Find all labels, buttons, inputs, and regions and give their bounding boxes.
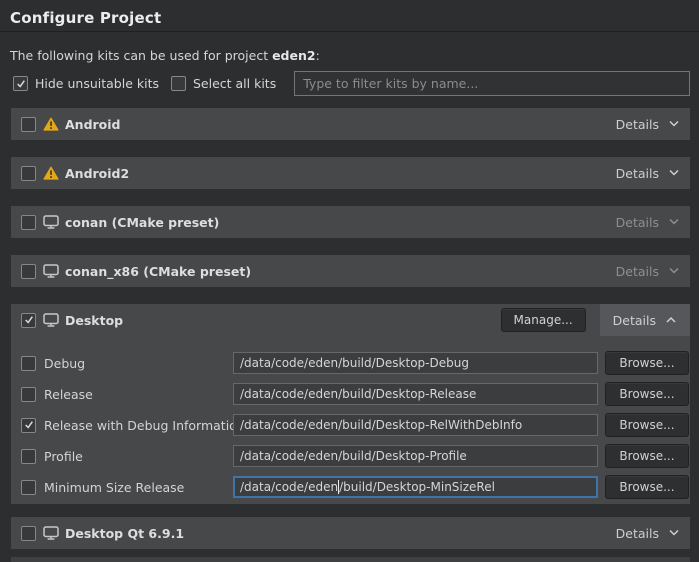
config-row-debug: Debug Browse... — [21, 352, 690, 374]
kit-row-desktop-qt: Desktop Qt 6.9.1 Details — [11, 517, 690, 549]
kit-name: Android2 — [65, 166, 129, 181]
intro-prefix: The following kits can be used for proje… — [10, 48, 272, 63]
chevron-down-icon — [668, 120, 680, 128]
warning-icon — [43, 166, 59, 180]
kit-checkbox[interactable] — [21, 264, 36, 279]
build-dir-input[interactable] — [233, 414, 598, 436]
config-checkbox[interactable] — [21, 418, 36, 433]
kit-name: Desktop Qt 6.9.1 — [65, 526, 184, 541]
details-label: Details — [616, 264, 659, 279]
intro-text: The following kits can be used for proje… — [10, 48, 320, 63]
config-row-relwithdebinfo: Release with Debug Information Browse... — [21, 414, 690, 436]
next-kit-row-partial — [11, 557, 690, 562]
desktop-icon — [43, 526, 59, 540]
kit-checkbox[interactable] — [21, 526, 36, 541]
kit-name: Desktop — [65, 313, 123, 328]
details-button[interactable]: Details — [600, 304, 690, 336]
build-dir-input[interactable] — [233, 352, 598, 374]
chevron-down-icon — [668, 267, 680, 275]
kit-name: conan_x86 (CMake preset) — [65, 264, 251, 279]
browse-button[interactable]: Browse... — [605, 413, 689, 437]
path-text-before-caret: /data/code/eden — [240, 480, 338, 494]
chevron-up-icon — [665, 316, 677, 324]
manage-button[interactable]: Manage... — [501, 308, 586, 332]
kit-row-android: Android Details — [11, 108, 690, 140]
config-label: Minimum Size Release — [44, 480, 184, 495]
kit-section-desktop: Desktop Manage... Details Debug Browse..… — [11, 304, 690, 504]
desktop-icon — [43, 313, 59, 327]
kit-row-desktop: Desktop Manage... Details — [11, 304, 690, 336]
kit-checkbox[interactable] — [21, 313, 36, 328]
kit-filter-input[interactable] — [294, 71, 690, 96]
config-label: Debug — [44, 356, 85, 371]
kit-row-conan-x86: conan_x86 (CMake preset) Details — [11, 255, 690, 287]
kit-filter-toolbar: Hide unsuitable kits Select all kits — [13, 71, 690, 96]
configure-project-page: Configure Project The following kits can… — [0, 0, 699, 562]
details-button[interactable]: Details — [616, 166, 680, 181]
details-button[interactable]: Details — [616, 264, 680, 279]
details-label: Details — [616, 215, 659, 230]
config-checkbox[interactable] — [21, 480, 36, 495]
details-label: Details — [616, 117, 659, 132]
config-checkbox[interactable] — [21, 449, 36, 464]
desktop-icon — [43, 264, 59, 278]
title-separator — [0, 31, 699, 32]
browse-button[interactable]: Browse... — [605, 382, 689, 406]
kit-checkbox[interactable] — [21, 215, 36, 230]
build-dir-input[interactable] — [233, 445, 598, 467]
details-button[interactable]: Details — [616, 526, 680, 541]
check-icon — [24, 420, 34, 430]
kit-row-conan: conan (CMake preset) Details — [11, 206, 690, 238]
config-label: Release — [44, 387, 93, 402]
warning-icon — [43, 117, 59, 131]
config-row-profile: Profile Browse... — [21, 445, 690, 467]
hide-unsuitable-checkbox[interactable] — [13, 76, 28, 91]
check-icon — [24, 315, 34, 325]
kit-name: Android — [65, 117, 121, 132]
details-button[interactable]: Details — [616, 215, 680, 230]
chevron-down-icon — [668, 218, 680, 226]
kit-checkbox[interactable] — [21, 166, 36, 181]
config-checkbox[interactable] — [21, 387, 36, 402]
build-dir-input[interactable] — [233, 383, 598, 405]
kit-name: conan (CMake preset) — [65, 215, 219, 230]
config-label: Release with Debug Information — [44, 418, 245, 433]
hide-unsuitable-label: Hide unsuitable kits — [35, 76, 159, 91]
config-row-release: Release Browse... — [21, 383, 690, 405]
project-name: eden2 — [272, 48, 316, 63]
select-all-kits-option[interactable]: Select all kits — [171, 76, 276, 91]
path-text-after-caret: /build/Desktop-MinSizeRel — [339, 480, 495, 494]
details-button[interactable]: Details — [616, 117, 680, 132]
details-label: Details — [616, 166, 659, 181]
check-icon — [16, 79, 26, 89]
page-title: Configure Project — [10, 9, 161, 27]
browse-button[interactable]: Browse... — [605, 444, 689, 468]
browse-button[interactable]: Browse... — [605, 475, 689, 499]
config-row-minsizerel: Minimum Size Release /data/code/eden/bui… — [21, 476, 690, 498]
hide-unsuitable-kits-option[interactable]: Hide unsuitable kits — [13, 76, 159, 91]
details-label: Details — [613, 313, 656, 328]
config-checkbox[interactable] — [21, 356, 36, 371]
kit-checkbox[interactable] — [21, 117, 36, 132]
chevron-down-icon — [668, 169, 680, 177]
kit-row-android2: Android2 Details — [11, 157, 690, 189]
intro-suffix: : — [316, 48, 320, 63]
config-label: Profile — [44, 449, 83, 464]
select-all-checkbox[interactable] — [171, 76, 186, 91]
browse-button[interactable]: Browse... — [605, 351, 689, 375]
details-label: Details — [616, 526, 659, 541]
build-dir-input-focused[interactable]: /data/code/eden/build/Desktop-MinSizeRel — [233, 476, 598, 498]
select-all-label: Select all kits — [193, 76, 276, 91]
desktop-icon — [43, 215, 59, 229]
chevron-down-icon — [668, 529, 680, 537]
